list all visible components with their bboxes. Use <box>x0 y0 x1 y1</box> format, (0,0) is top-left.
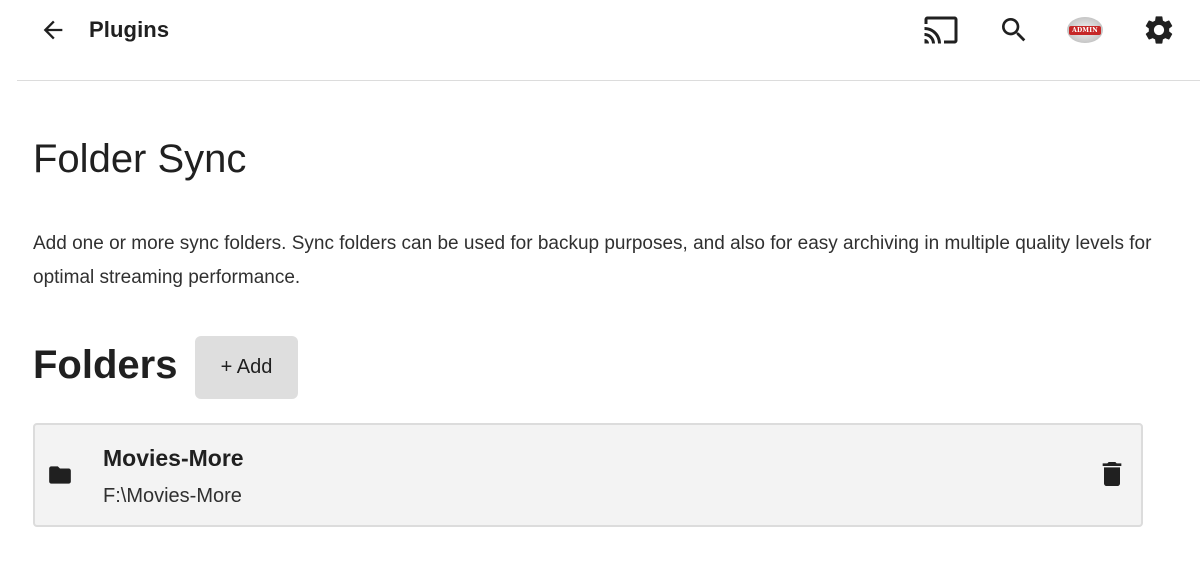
folder-icon <box>49 466 71 484</box>
cast-icon <box>924 16 958 44</box>
settings-button[interactable] <box>1141 12 1177 48</box>
avatar: ADMIN <box>1067 17 1103 43</box>
search-button[interactable] <box>996 12 1032 48</box>
folders-heading: Folders <box>33 343 178 387</box>
user-avatar-button[interactable]: ADMIN <box>1067 12 1103 48</box>
add-folder-button[interactable]: + Add <box>195 336 298 399</box>
plugin-title: Folder Sync <box>33 137 247 181</box>
folder-path: F:\Movies-More <box>103 485 242 507</box>
search-icon <box>1002 18 1026 42</box>
trash-icon <box>1102 462 1122 486</box>
back-button[interactable] <box>37 14 69 46</box>
cast-button[interactable] <box>923 12 959 48</box>
folder-list-item[interactable]: Movies-More F:\Movies-More <box>33 423 1143 527</box>
page-title: Plugins <box>89 17 170 42</box>
admin-badge: ADMIN <box>1069 25 1101 35</box>
folder-name: Movies-More <box>103 445 244 471</box>
gear-icon <box>1145 16 1173 44</box>
delete-folder-button[interactable] <box>1095 457 1129 491</box>
arrow-left-icon <box>43 20 63 40</box>
plugin-description: Add one or more sync folders. Sync folde… <box>33 233 1152 288</box>
app-header: Plugins ADMIN <box>17 0 1200 81</box>
